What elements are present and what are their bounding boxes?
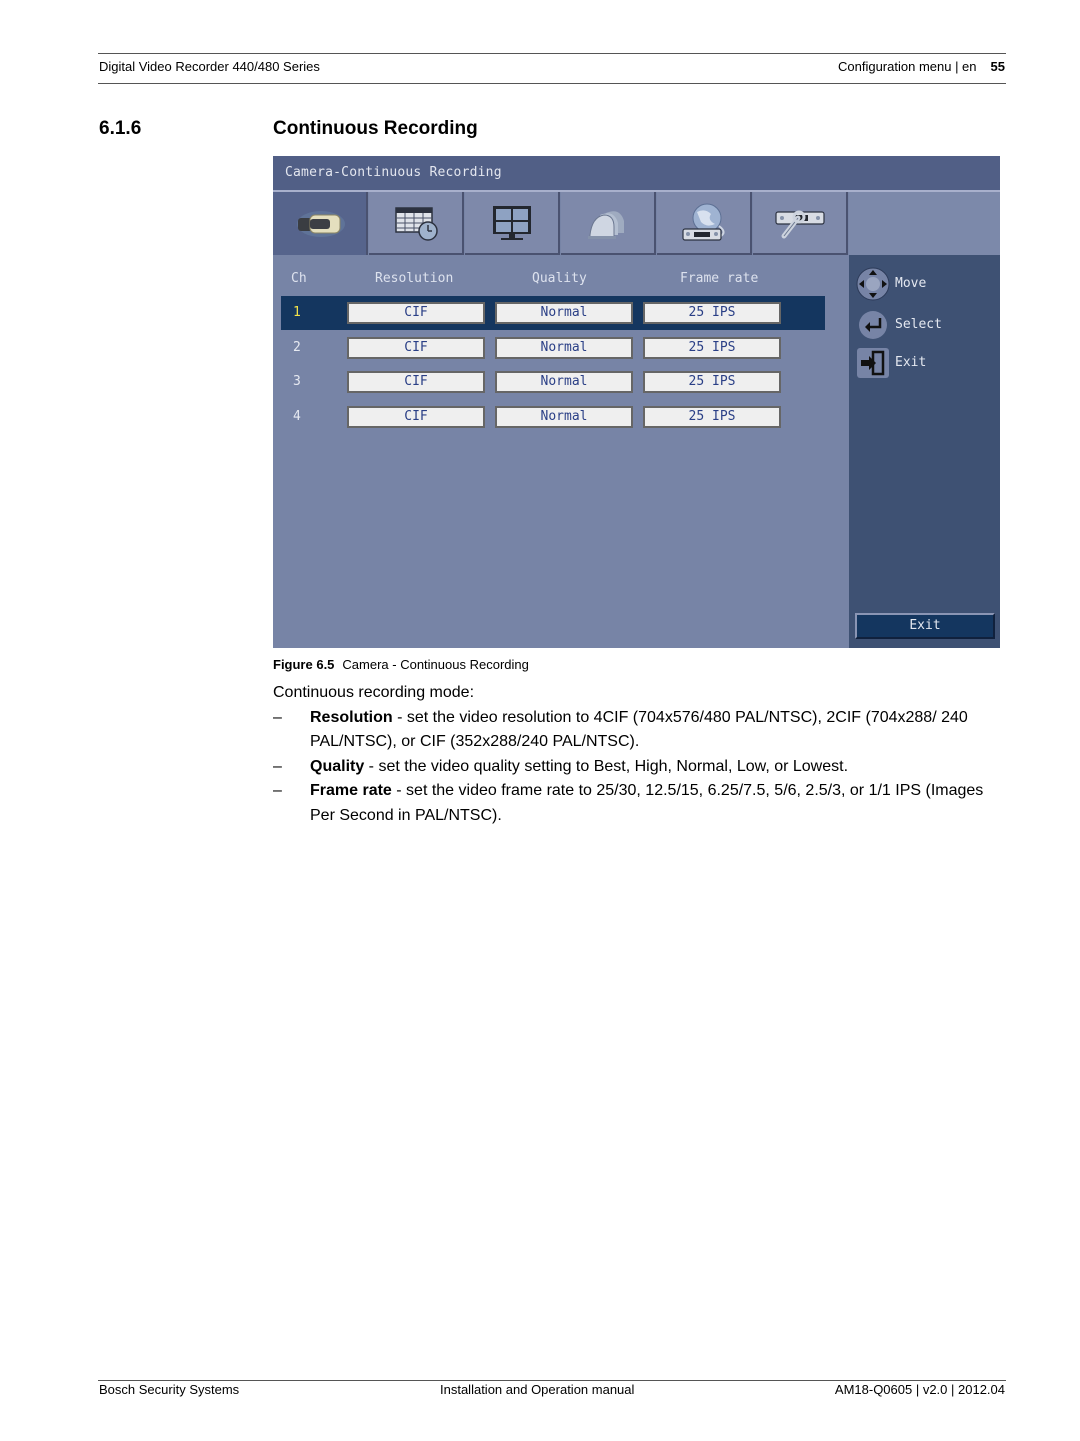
resolution-select[interactable]: CIF <box>347 406 485 428</box>
footer-doc-id: AM18-Q0605 | v2.0 | 2012.04 <box>834 1382 1005 1397</box>
channel-number: 1 <box>293 305 301 320</box>
frame-rate-select[interactable]: 25 IPS <box>643 406 781 428</box>
resolution-select[interactable]: CIF <box>347 302 485 324</box>
tab-system[interactable] <box>753 192 848 255</box>
help-move-label: Move <box>895 276 927 291</box>
schedule-calendar-icon <box>394 206 438 241</box>
column-header-frame-rate: Frame rate <box>680 271 759 286</box>
resolution-select[interactable]: CIF <box>347 371 485 393</box>
table-row[interactable]: 2 CIF Normal 25 IPS <box>281 331 825 365</box>
help-exit: Exit <box>853 345 993 381</box>
exit-button[interactable]: Exit <box>855 613 995 639</box>
quality-select[interactable]: Normal <box>495 337 633 359</box>
figure-label: Figure 6.5 <box>273 657 335 672</box>
document-title: Digital Video Recorder 440/480 Series <box>99 59 320 74</box>
tab-display[interactable] <box>465 192 560 255</box>
channel-number: 2 <box>293 340 301 355</box>
footer-company: Bosch Security Systems <box>99 1382 240 1397</box>
quality-select[interactable]: Normal <box>495 371 633 393</box>
section-number: 6.1.6 <box>99 118 142 139</box>
list-dash: – <box>273 757 282 775</box>
dpad-icon <box>856 267 890 301</box>
frame-rate-select[interactable]: 25 IPS <box>643 371 781 393</box>
camera-icon <box>296 210 345 237</box>
help-panel: Move Select Exit Exit <box>849 255 1000 648</box>
list-term: Resolution <box>310 708 393 726</box>
header-right: Configuration menu | en 55 <box>838 59 1005 74</box>
tab-schedule[interactable] <box>369 192 464 255</box>
header-rule-bottom <box>98 83 1006 84</box>
header-rule-top <box>98 53 1006 54</box>
monitor-display-icon <box>492 205 531 240</box>
list-item: – Frame rate - set the video frame rate t… <box>273 779 1008 828</box>
list-dash: – <box>273 782 282 800</box>
tab-bar-filler <box>849 192 1000 255</box>
list-text: - set the video quality setting to Best,… <box>364 757 849 775</box>
help-select-label: Select <box>895 317 942 332</box>
page-number: 55 <box>990 59 1005 74</box>
list-item: – Quality - set the video quality setting… <box>273 755 1008 780</box>
tab-devices[interactable] <box>561 192 656 255</box>
body-text: Continuous recording mode: – Resolution -… <box>273 681 1008 829</box>
intro-paragraph: Continuous recording mode: <box>273 684 475 701</box>
help-exit-label: Exit <box>895 355 927 370</box>
dvr-tab-bar <box>273 192 1000 255</box>
network-globe-icon <box>681 203 725 241</box>
channel-number: 4 <box>293 409 301 424</box>
column-header-resolution: Resolution <box>375 271 454 286</box>
list-text: - set the video resolution to 4CIF (704x… <box>310 708 968 751</box>
enter-icon <box>859 311 887 339</box>
figure-caption: Figure 6.5 Camera - Continuous Recording <box>273 657 529 672</box>
channel-number: 3 <box>293 374 301 389</box>
list-item: – Resolution - set the video resolution t… <box>273 706 1008 755</box>
footer-rule <box>98 1380 1006 1381</box>
tab-network[interactable] <box>657 192 752 255</box>
table-row[interactable]: 3 CIF Normal 25 IPS <box>281 365 825 399</box>
quality-select[interactable]: Normal <box>495 302 633 324</box>
table-row[interactable]: 4 CIF Normal 25 IPS <box>281 400 825 434</box>
channel-table: Ch Resolution Quality Frame rate 1 CIF N… <box>273 255 849 648</box>
column-header-quality: Quality <box>532 271 587 286</box>
dome-cameras-icon <box>587 210 624 239</box>
list-text: - set the video frame rate to 25/30, 12.… <box>310 782 984 824</box>
table-row[interactable]: 1 CIF Normal 25 IPS <box>281 296 825 330</box>
frame-rate-select[interactable]: 25 IPS <box>643 302 781 324</box>
footer-manual-title: Installation and Operation manual <box>440 1382 635 1397</box>
resolution-select[interactable]: CIF <box>347 337 485 359</box>
tab-camera[interactable] <box>273 192 368 255</box>
dvr-screen: Camera-Continuous Recording Ch Resolutio… <box>273 156 1000 648</box>
section-label: Configuration menu | en <box>838 59 977 74</box>
frame-rate-select[interactable]: 25 IPS <box>643 337 781 359</box>
list-dash: – <box>273 708 282 726</box>
system-tools-icon <box>774 210 825 238</box>
dvr-title-bar: Camera-Continuous Recording <box>273 156 1000 192</box>
column-header-ch: Ch <box>291 271 307 286</box>
help-select: Select <box>853 307 993 343</box>
list-term: Quality <box>310 757 365 775</box>
section-title: Continuous Recording <box>273 118 478 139</box>
dvr-title: Camera-Continuous Recording <box>285 165 502 180</box>
figure-caption-text: Camera - Continuous Recording <box>342 657 529 672</box>
exit-door-icon <box>857 348 889 378</box>
list-term: Frame rate <box>310 782 392 800</box>
quality-select[interactable]: Normal <box>495 406 633 428</box>
help-move: Move <box>853 266 993 302</box>
